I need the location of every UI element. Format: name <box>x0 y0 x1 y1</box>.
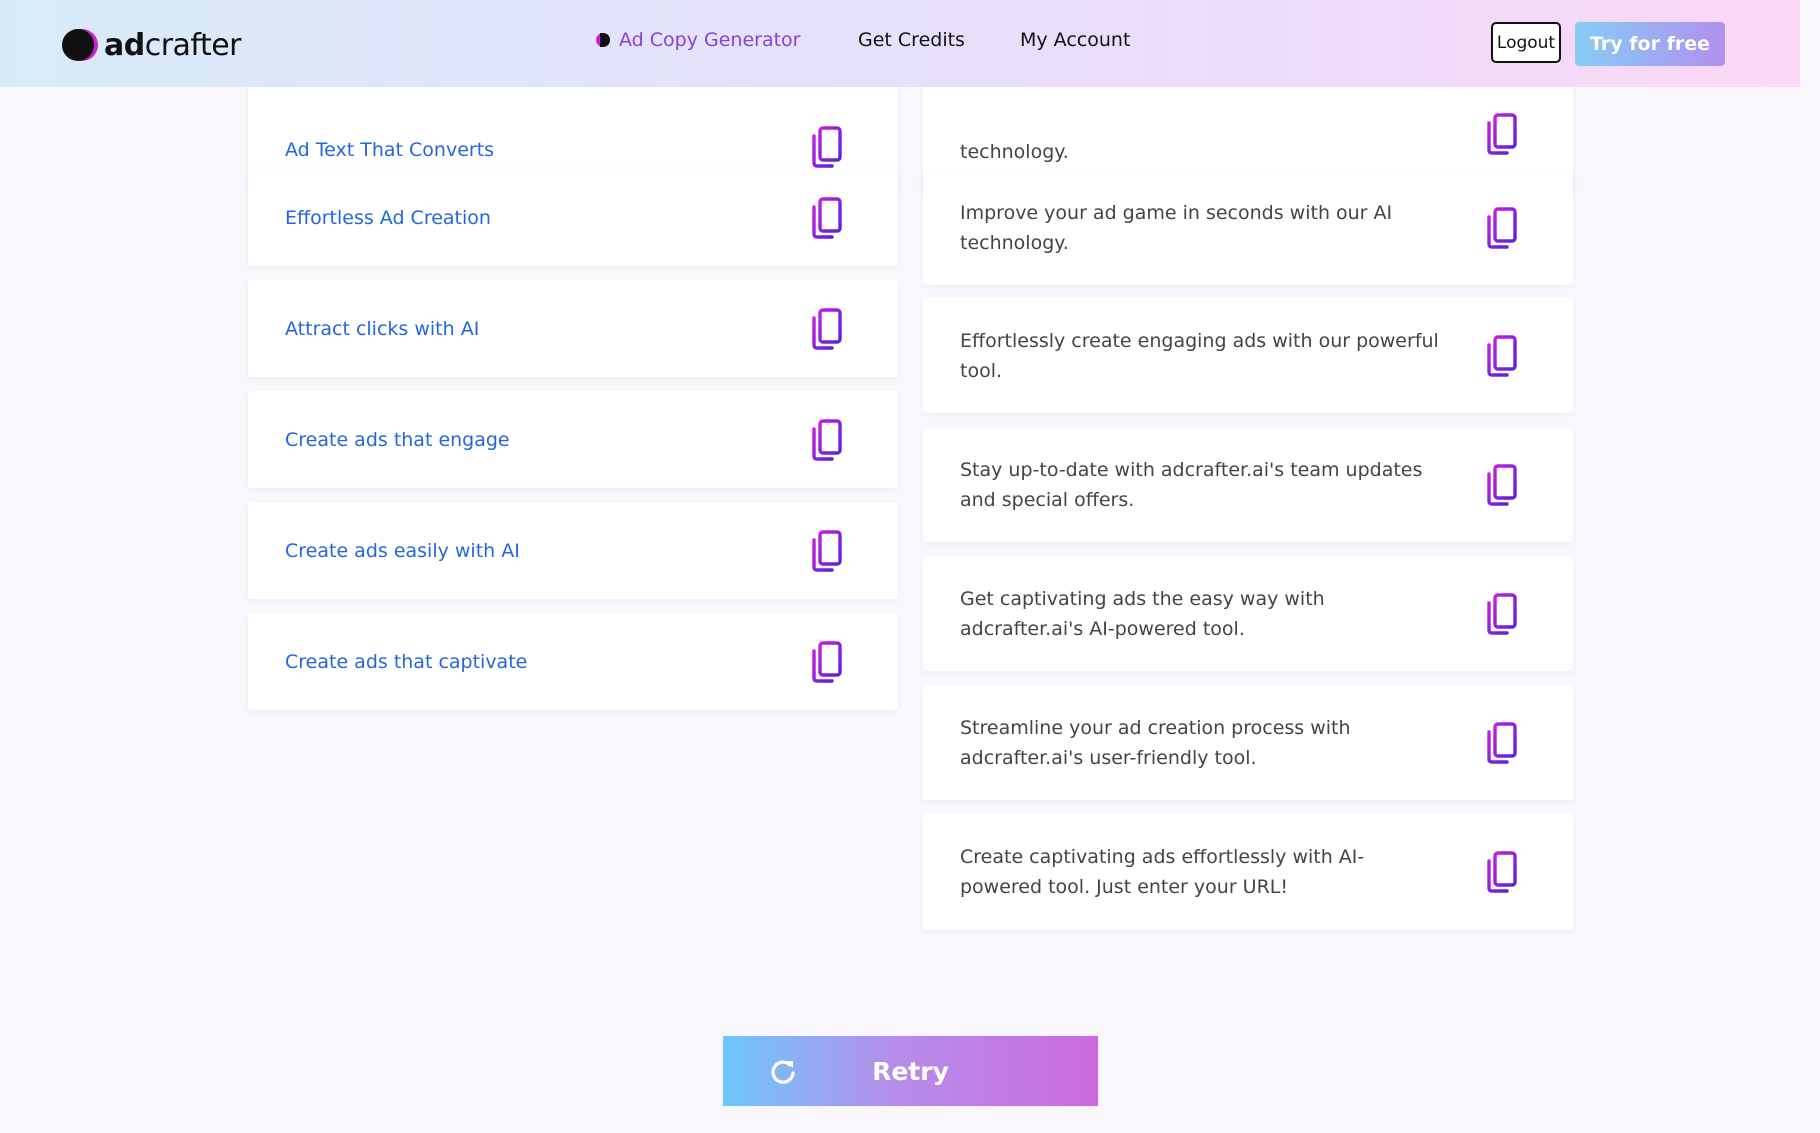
copy-icon[interactable] <box>1483 112 1519 156</box>
description-text: Effortlessly create engaging ads with ou… <box>960 329 1439 382</box>
headline-text: Create ads that engage <box>285 428 510 451</box>
copy-icon[interactable] <box>808 418 844 462</box>
copy-icon[interactable] <box>1483 463 1519 507</box>
copy-icon[interactable] <box>1483 206 1519 250</box>
headline-text: Attract clicks with AI <box>285 317 480 340</box>
copy-icon[interactable] <box>808 529 844 573</box>
description-text: technology. <box>960 141 1069 163</box>
retry-label: Retry <box>872 1056 949 1086</box>
description-text: Stay up-to-date with adcrafter.ai's team… <box>960 458 1423 511</box>
nav-ad-copy-generator-label: Ad Copy Generator <box>619 29 801 51</box>
top-navbar: adcrafter Ad Copy Generator Get Credits … <box>0 0 1800 87</box>
generator-logo-icon <box>596 33 610 47</box>
copy-icon[interactable] <box>808 125 844 169</box>
description-card: Create captivating ads effortlessly with… <box>923 813 1573 930</box>
logo-text-rest: crafter <box>144 27 242 63</box>
retry-button[interactable]: Retry <box>723 1036 1098 1106</box>
description-text: Streamline your ad creation process with… <box>960 716 1351 769</box>
description-card: Get captivating ads the easy way with ad… <box>923 556 1573 671</box>
nav-my-account[interactable]: My Account <box>1020 29 1130 51</box>
headline-card: Effortless Ad Creation <box>248 169 898 266</box>
refresh-icon <box>771 1060 795 1084</box>
logo-mark-icon <box>62 29 98 61</box>
adcrafter-logo[interactable]: adcrafter <box>62 27 242 63</box>
headline-text: Create ads that captivate <box>285 650 528 673</box>
headline-text: Ad Text That Converts <box>285 139 495 161</box>
headline-card: Create ads that engage <box>248 391 898 488</box>
logout-button[interactable]: Logout <box>1491 22 1561 63</box>
headline-card: Create ads easily with AI <box>248 502 898 599</box>
copy-icon[interactable] <box>1483 721 1519 765</box>
nav-get-credits[interactable]: Get Credits <box>858 29 965 51</box>
try-for-free-button[interactable]: Try for free <box>1575 22 1725 66</box>
headline-card: Create ads that captivate <box>248 613 898 710</box>
copy-icon[interactable] <box>1483 334 1519 378</box>
headline-text: Effortless Ad Creation <box>285 206 491 229</box>
logo-text-bold: ad <box>104 27 145 63</box>
description-text: Create captivating ads effortlessly with… <box>960 845 1365 898</box>
description-card: Improve your ad game in seconds with our… <box>923 170 1573 285</box>
headline-card: Attract clicks with AI <box>248 280 898 377</box>
copy-icon[interactable] <box>1483 592 1519 636</box>
nav-ad-copy-generator[interactable]: Ad Copy Generator <box>596 29 800 51</box>
description-card: Effortlessly create engaging ads with ou… <box>923 298 1573 413</box>
copy-icon[interactable] <box>808 196 844 240</box>
description-card: Streamline your ad creation process with… <box>923 685 1573 800</box>
description-card: Stay up-to-date with adcrafter.ai's team… <box>923 427 1573 542</box>
headline-text: Create ads easily with AI <box>285 539 520 562</box>
logo-text: adcrafter <box>104 27 242 63</box>
copy-icon[interactable] <box>808 307 844 351</box>
copy-icon[interactable] <box>1483 850 1519 894</box>
description-text: Improve your ad game in seconds with our… <box>960 201 1393 254</box>
description-text: Get captivating ads the easy way with ad… <box>960 587 1325 640</box>
copy-icon[interactable] <box>808 640 844 684</box>
